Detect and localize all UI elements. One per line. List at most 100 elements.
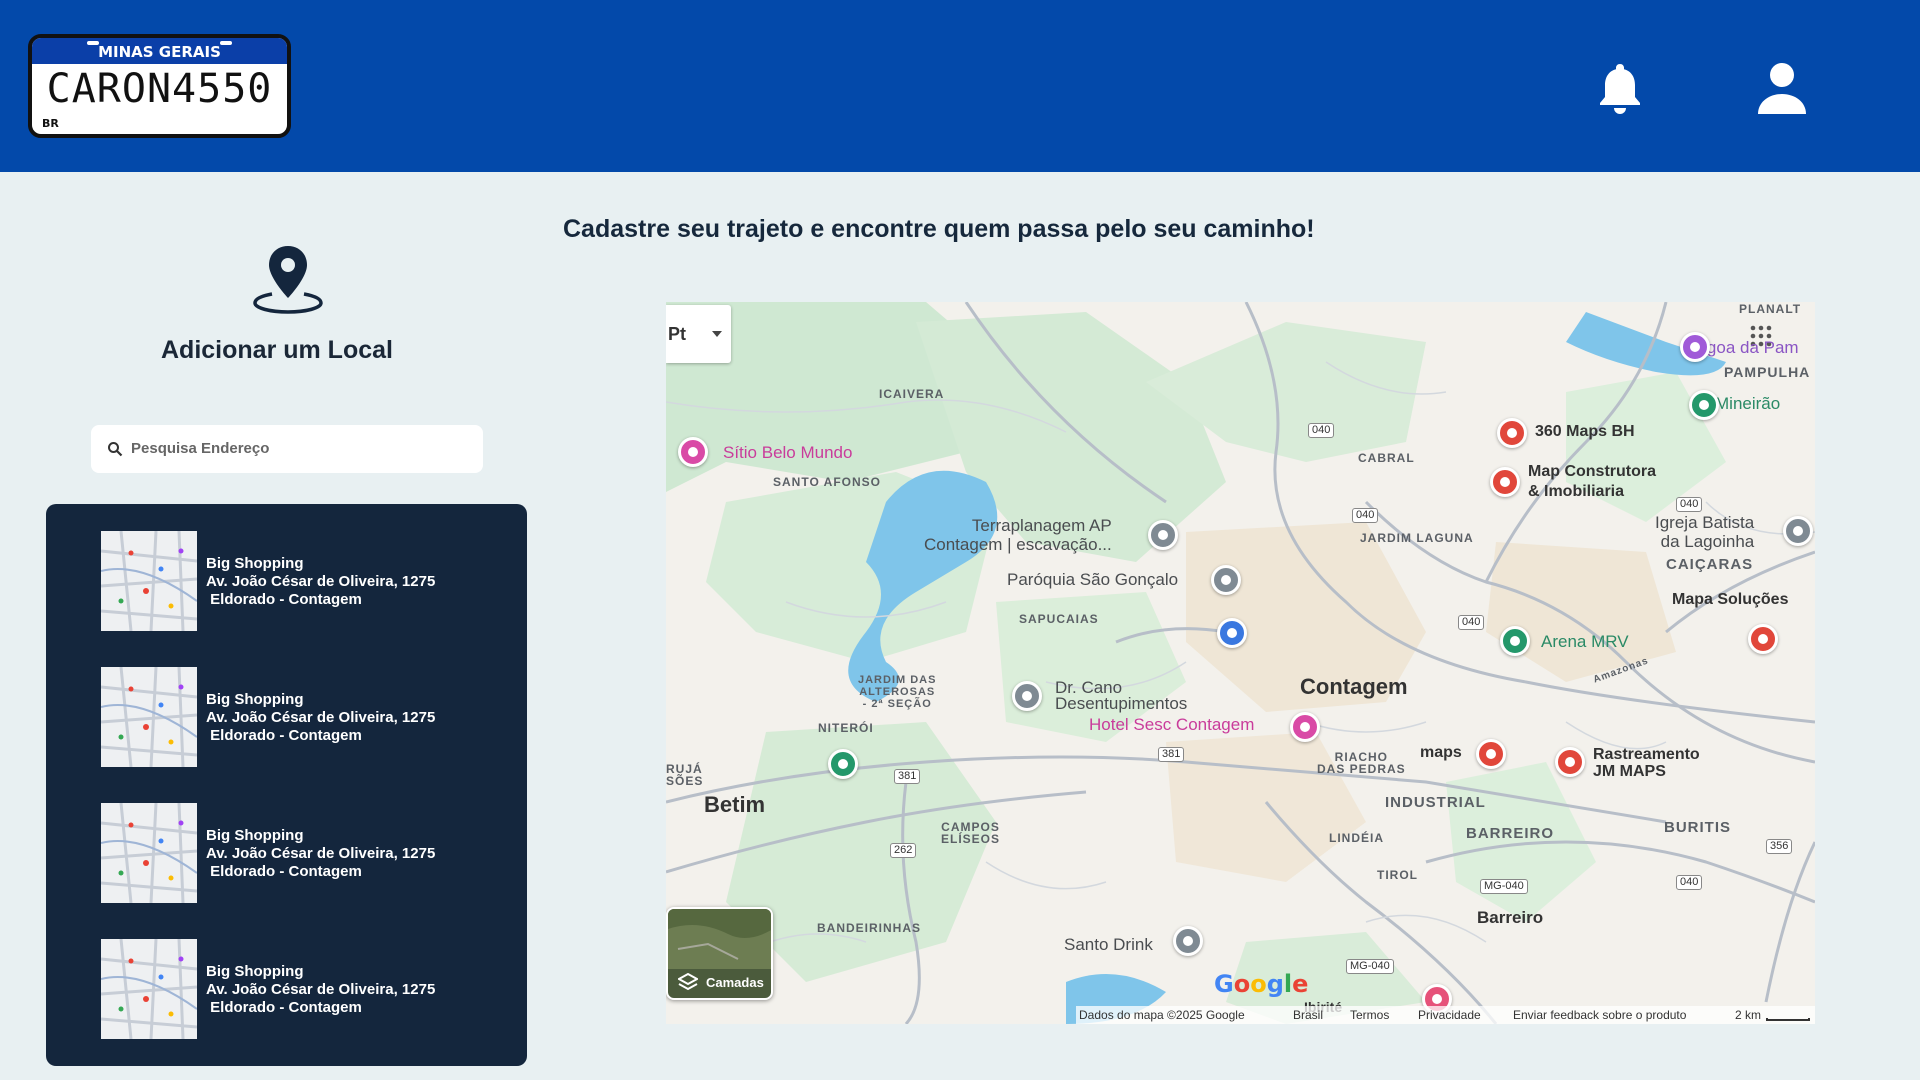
- plate-country: BR: [42, 117, 59, 130]
- road-badge: MG-040: [1346, 959, 1394, 974]
- road-badge: 381: [894, 769, 921, 784]
- map-label: RUJÁ SÕES: [666, 762, 704, 788]
- map-label: Paróquia São Gonçalo: [1007, 570, 1179, 589]
- place-marker[interactable]: [1555, 747, 1585, 777]
- map-label: Betim: [704, 792, 766, 817]
- road-badge: 356: [1766, 839, 1793, 854]
- place-marker[interactable]: [1783, 516, 1813, 546]
- location-name: Big Shopping: [206, 691, 304, 708]
- map-label: JARDIM LAGUNA: [1360, 531, 1474, 545]
- location-map-thumbnail: [101, 667, 197, 767]
- map-label: PLANALT: [1739, 302, 1802, 316]
- map-label: CABRAL: [1358, 451, 1415, 465]
- saved-locations-list: Big Shopping Av. João César de Oliveira, …: [46, 504, 527, 1066]
- road-badge: MG-040: [1480, 879, 1528, 894]
- map-label: 360 Maps BH: [1535, 423, 1635, 440]
- route-map[interactable]: Pt PLANALT Lagoa da Pam PAMPULHA Mineirã…: [666, 302, 1815, 1024]
- map-label: BARREIRO: [1466, 825, 1555, 842]
- location-map-thumbnail: [101, 939, 197, 1039]
- map-layers-button[interactable]: Camadas: [666, 907, 773, 1000]
- map-label: BANDEIRINHAS: [817, 921, 922, 935]
- place-marker[interactable]: [1290, 712, 1320, 742]
- road-badge: 040: [1352, 508, 1379, 523]
- location-address: Av. João César de Oliveira, 1275: [206, 981, 436, 998]
- place-marker[interactable]: [1173, 926, 1203, 956]
- map-label: NITERÓI: [818, 721, 874, 735]
- place-marker[interactable]: [1211, 565, 1241, 595]
- map-label: RIACHO DAS PEDRAS: [1317, 750, 1406, 776]
- map-label: maps: [1420, 744, 1462, 761]
- location-address: Av. João César de Oliveira, 1275: [206, 845, 436, 862]
- list-item[interactable]: Big Shopping Av. João César de Oliveira, …: [101, 531, 511, 631]
- page-headline: Cadastre seu trajeto e encontre quem pas…: [563, 215, 1315, 243]
- place-marker[interactable]: [1500, 626, 1530, 656]
- place-marker[interactable]: [1680, 332, 1710, 362]
- map-label: Hotel Sesc Contagem: [1089, 715, 1255, 734]
- search-icon: [108, 442, 123, 457]
- map-label: INDUSTRIAL: [1385, 794, 1486, 811]
- location-map-thumbnail: [101, 803, 197, 903]
- bell-icon[interactable]: [1590, 58, 1650, 118]
- place-marker[interactable]: [1012, 681, 1042, 711]
- place-marker[interactable]: [1476, 739, 1506, 769]
- map-label: Santo Drink: [1064, 935, 1153, 954]
- location-district: Eldorado - Contagem: [206, 727, 362, 744]
- map-label: SANTO AFONSO: [773, 475, 882, 489]
- map-scale-label: 2 km: [1735, 1008, 1762, 1022]
- place-marker[interactable]: [828, 749, 858, 779]
- layers-label: Camadas: [706, 975, 764, 990]
- road-badge: 262: [890, 843, 917, 858]
- location-pin-icon: [253, 246, 323, 314]
- map-label: CAMPOS ELÍSEOS: [941, 820, 1001, 846]
- user-icon[interactable]: [1752, 58, 1812, 118]
- map-label: CAIÇARAS: [1666, 556, 1754, 573]
- map-scale-bar: [1766, 1018, 1810, 1021]
- place-marker[interactable]: [1748, 624, 1778, 654]
- plate-state: MINAS GERAIS: [32, 38, 287, 64]
- location-name: Big Shopping: [206, 555, 304, 572]
- map-label: Mineirão: [1715, 394, 1781, 413]
- place-marker[interactable]: [1689, 390, 1719, 420]
- map-label: Map Construtora & Imobiliaria: [1528, 463, 1656, 500]
- address-search-input[interactable]: Pesquisa Endereço: [91, 425, 483, 473]
- map-region-link[interactable]: Brasil: [1293, 1008, 1323, 1022]
- map-label: Contagem: [1300, 674, 1408, 699]
- place-marker[interactable]: [1217, 618, 1247, 648]
- map-label: TIROL: [1377, 868, 1418, 882]
- place-marker[interactable]: [1148, 520, 1178, 550]
- map-label: PAMPULHA: [1724, 364, 1811, 380]
- add-location-title: Adicionar um Local: [161, 336, 393, 364]
- place-marker[interactable]: [678, 437, 708, 467]
- list-item[interactable]: Big Shopping Av. João César de Oliveira, …: [101, 803, 511, 903]
- list-item[interactable]: Big Shopping Av. João César de Oliveira, …: [101, 939, 511, 1039]
- map-label: Sítio Belo Mundo: [723, 443, 853, 462]
- location-name: Big Shopping: [206, 963, 304, 980]
- map-privacy-link[interactable]: Privacidade: [1418, 1008, 1481, 1022]
- map-label: Mapa Soluções: [1672, 591, 1789, 608]
- plate-number: CARON4550: [46, 66, 273, 112]
- place-marker[interactable]: [1497, 418, 1527, 448]
- road-badge: 040: [1458, 615, 1485, 630]
- logo-license-plate[interactable]: MINAS GERAIS CARON4550 BR: [28, 34, 291, 138]
- map-label: Terraplanagem AP Contagem | escavação...: [924, 516, 1112, 554]
- list-item[interactable]: Big Shopping Av. João César de Oliveira, …: [101, 667, 511, 767]
- place-marker[interactable]: [1490, 467, 1520, 497]
- road-badge: 040: [1308, 423, 1335, 438]
- map-feedback-link[interactable]: Enviar feedback sobre o produto: [1513, 1008, 1686, 1022]
- map-label: Igreja Batista da Lagoinha: [1655, 513, 1755, 551]
- map-label: LINDÉIA: [1329, 831, 1384, 845]
- map-label: BURITIS: [1664, 819, 1731, 836]
- location-map-thumbnail: [101, 531, 197, 631]
- map-label: Arena MRV: [1541, 632, 1629, 651]
- location-district: Eldorado - Contagem: [206, 863, 362, 880]
- map-type-control[interactable]: Pt: [666, 305, 731, 363]
- location-district: Eldorado - Contagem: [206, 999, 362, 1016]
- layers-icon: [678, 973, 698, 991]
- map-terms-link[interactable]: Termos: [1350, 1008, 1389, 1022]
- map-label: JARDIM DAS ALTEROSAS - 2ª SEÇÃO: [858, 674, 937, 710]
- road-badge: 381: [1158, 747, 1185, 762]
- satellite-thumbnail: [668, 909, 771, 969]
- map-label: Rastreamento JM MAPS: [1593, 746, 1700, 780]
- location-address: Av. João César de Oliveira, 1275: [206, 573, 436, 590]
- map-label: SAPUCAIAS: [1019, 612, 1099, 626]
